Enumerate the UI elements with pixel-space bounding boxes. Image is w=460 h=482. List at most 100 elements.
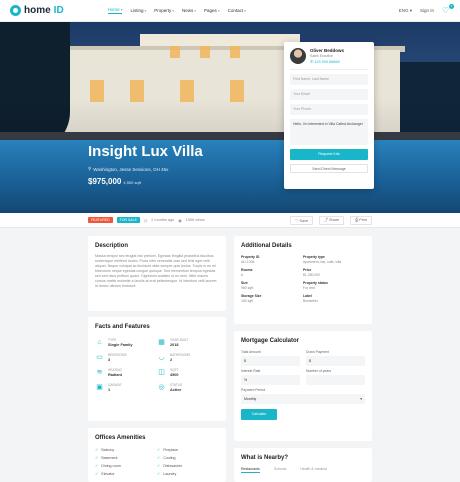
hero-banner: Insight Lux Villa ⚲ Washington, Jesse Se… [0, 22, 460, 213]
amenity-item: ✓ Balcony [95, 447, 157, 452]
agent-phone-number: 123 900 68668 [314, 60, 340, 64]
detail-item: Label Bestseller [303, 294, 365, 303]
logo-text-prefix: home [24, 5, 51, 16]
share-button[interactable]: ⤴ Share [319, 215, 345, 225]
detail-value: AD-1308 [241, 260, 255, 264]
tab-schools[interactable]: Schools [274, 467, 286, 473]
phone-field[interactable]: Your Phone [290, 104, 368, 115]
down-payment-input[interactable]: $ [306, 356, 365, 366]
for-sale-badge: FOR SALE [116, 217, 140, 223]
save-label: Save [299, 218, 309, 223]
property-price: $975,000 4,500 sqft [88, 177, 141, 186]
site-logo[interactable]: home ID [10, 5, 64, 16]
tab-restaurants[interactable]: Restaurants [241, 467, 260, 473]
fact-label: YEAR BUILT [170, 338, 189, 342]
bath-icon: ◡ [158, 353, 165, 361]
send-message-button[interactable]: Send Direct Message [290, 164, 368, 173]
chevron-down-icon: ▾ [244, 8, 246, 13]
agent-header: Oliver Beddows Sales Excutive ✆ 123 900 … [290, 48, 368, 70]
fact-value: 1 [108, 388, 111, 392]
check-icon: ✓ [157, 471, 161, 476]
chevron-down-icon: ▾ [120, 7, 123, 12]
nav-listing-label: Listing [130, 8, 144, 13]
calculate-button[interactable]: Calculate [241, 409, 277, 420]
bed-icon: ▭ [96, 353, 103, 361]
fact-value: 2018 [170, 343, 179, 347]
nav-listing[interactable]: Listing ▾ [130, 7, 146, 14]
email-field[interactable]: Your Email [290, 89, 368, 100]
details-title: Additional Details [241, 243, 292, 249]
heating-icon: ≋ [96, 368, 103, 376]
print-button[interactable]: ⎙ Print [350, 215, 372, 225]
nav-property-label: Property [154, 8, 172, 13]
nav-news[interactable]: News ▾ [182, 7, 196, 14]
detail-item: Storage Size 150 sqft [241, 294, 303, 303]
nav-home-label: Home [107, 7, 120, 12]
detail-item: Property status For rent [303, 281, 365, 290]
print-label: Print [359, 217, 367, 222]
nav-home[interactable]: Home ▾ [107, 7, 123, 14]
clock-icon: ◷ [143, 218, 148, 223]
detail-label: Price [303, 268, 312, 272]
share-icon: ⤴ [324, 217, 328, 222]
payment-period-select[interactable]: Monthly ▾ [241, 394, 365, 404]
facts-panel: Facts and Features ⌂ TYPE Single Family ▦ YE… [88, 317, 226, 421]
tab-health-medical[interactable]: Health & medical [300, 467, 326, 473]
fact-item: ⌂ TYPE Single Family [95, 338, 157, 347]
name-field[interactable]: First Name, Last Name [290, 74, 368, 85]
print-icon: ⎙ [355, 217, 359, 222]
detail-value: 150 sqft [241, 299, 254, 303]
favorites-icon[interactable]: ♡ 1 [442, 3, 454, 15]
nav-pages[interactable]: Pages ▾ [204, 7, 220, 14]
nav-contact-label: Contact [227, 8, 244, 13]
agent-contact-card: Oliver Beddows Sales Excutive ✆ 123 900 … [284, 42, 374, 189]
detail-label: Label [303, 294, 312, 298]
fact-label: STATUS [170, 383, 183, 387]
signin-link[interactable]: Sign In [420, 8, 434, 13]
check-icon: ✓ [157, 455, 161, 460]
share-label: Share [328, 217, 340, 222]
total-amount-input[interactable]: $ [241, 356, 300, 366]
detail-item: Price $1,250,000 [303, 268, 365, 277]
interest-rate-input[interactable]: % [241, 375, 300, 385]
amenity-item: ✓ Basement [95, 455, 157, 460]
description-text: Massa tempor nec feugiat nisl pretium. E… [95, 254, 217, 288]
fact-label: BATHROOMS [170, 353, 191, 357]
fact-value: 2 [170, 358, 173, 362]
amenity-label: Laundry [163, 471, 177, 476]
years-input[interactable] [306, 375, 365, 385]
fact-value: 4500 [170, 373, 179, 377]
check-icon: ✓ [95, 471, 99, 476]
agent-role: Sales Excutive [310, 54, 333, 58]
nav-property[interactable]: Property ▾ [154, 7, 174, 14]
detail-label: Size [241, 281, 248, 285]
save-button[interactable]: ♡ Save [289, 215, 314, 225]
request-info-button[interactable]: Request Info [290, 149, 368, 160]
map-pin-icon: ⚲ [88, 166, 92, 171]
detail-item: Property ID AD-1308 [241, 255, 303, 264]
agent-name[interactable]: Oliver Beddows [310, 48, 344, 53]
language-select[interactable]: ENG ▾ [399, 8, 412, 14]
fact-value: Radiant [108, 373, 122, 377]
heart-icon: ♡ [294, 218, 299, 223]
details-panel: Additional Details Property ID AD-1308 Pro… [234, 236, 372, 324]
favorites-badge: 1 [449, 3, 454, 9]
detail-value: $1,250,000 [303, 273, 320, 277]
fact-item: ◎ STATUS Active [157, 383, 219, 392]
hero-overlay [0, 22, 460, 213]
nav-contact[interactable]: Contact ▾ [228, 7, 246, 14]
total-amount-label: Total Amount [241, 350, 261, 354]
chevron-down-icon: ▾ [194, 8, 197, 13]
phone-icon: ✆ [310, 60, 314, 64]
detail-value: For rent [303, 286, 315, 290]
amenity-label: Elevator [101, 471, 115, 476]
facts-title: Facts and Features [95, 324, 150, 330]
home-icon: ⌂ [97, 338, 102, 346]
message-field[interactable]: Hello, I'm interested in Villa Called Ar… [290, 119, 368, 145]
description-title: Description [95, 243, 129, 249]
agent-phone[interactable]: ✆ 123 900 68668 [310, 59, 344, 64]
check-icon: ✓ [95, 463, 99, 468]
chevron-down-icon: ▾ [409, 7, 412, 13]
amenity-label: Dining room [101, 463, 121, 468]
property-address: ⚲ Washington, Jesse Sessions, OH 45x [88, 166, 168, 172]
